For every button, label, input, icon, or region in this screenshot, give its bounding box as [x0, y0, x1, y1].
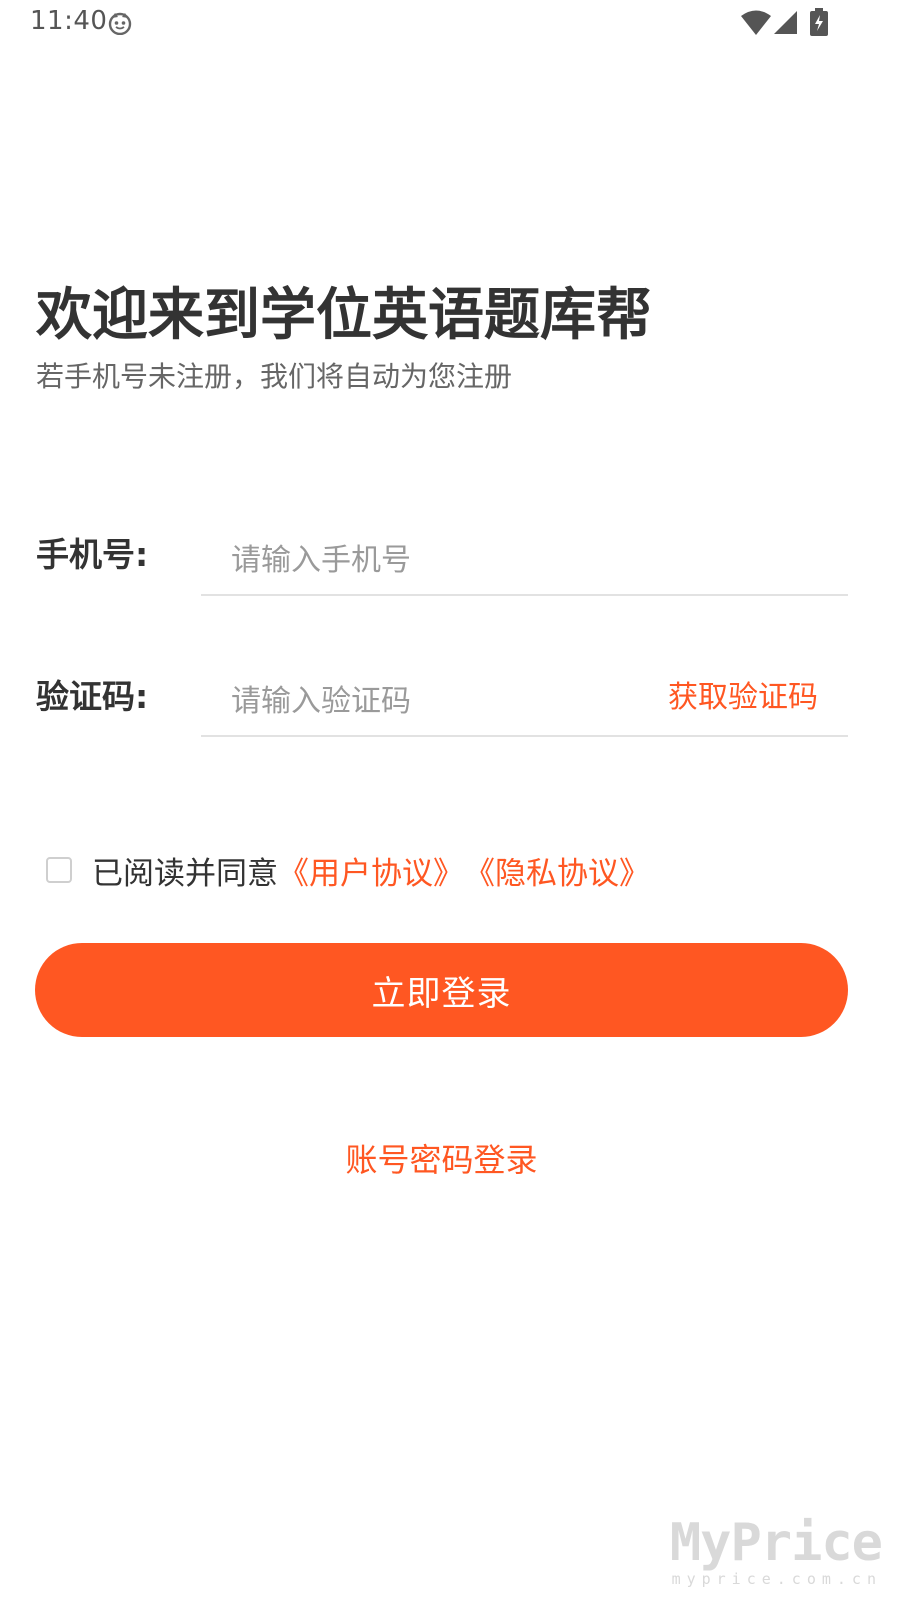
agreement-prefix-text: 已阅读并同意: [92, 855, 278, 892]
login-button[interactable]: 立即登录: [35, 943, 848, 1037]
verification-code-label: 验证码:: [36, 677, 149, 716]
phone-label: 手机号:: [36, 535, 149, 574]
phone-input[interactable]: [201, 526, 848, 596]
signal-icon: [772, 9, 798, 35]
get-verification-code-button[interactable]: 获取验证码: [668, 672, 818, 716]
password-login-link[interactable]: 账号密码登录: [0, 1135, 883, 1181]
face-icon: [108, 11, 132, 36]
watermark-logo: MyPrice: [669, 1513, 883, 1573]
watermark: MyPrice myprice.com.cn: [669, 1513, 883, 1588]
privacy-policy-link[interactable]: 《隐私协议》: [464, 848, 650, 893]
agreement-checkbox[interactable]: [46, 857, 72, 883]
page-subtitle: 若手机号未注册，我们将自动为您注册: [36, 360, 513, 393]
page-title: 欢迎来到学位英语题库帮: [36, 283, 652, 348]
battery-charging-icon: [810, 8, 828, 36]
user-agreement-link[interactable]: 《用户协议》: [278, 848, 464, 893]
status-bar: 11:40: [0, 0, 900, 48]
agreement-row: 已阅读并同意 《用户协议》 《隐私协议》: [46, 848, 650, 892]
status-time: 11:40: [30, 6, 108, 36]
watermark-domain: myprice.com.cn: [671, 1570, 882, 1588]
wifi-icon: [740, 9, 772, 37]
login-screen: 11:40 欢迎来到学位英语题库帮 若手机号未注册，我们将自动为您注册 手机号:…: [0, 0, 900, 1600]
